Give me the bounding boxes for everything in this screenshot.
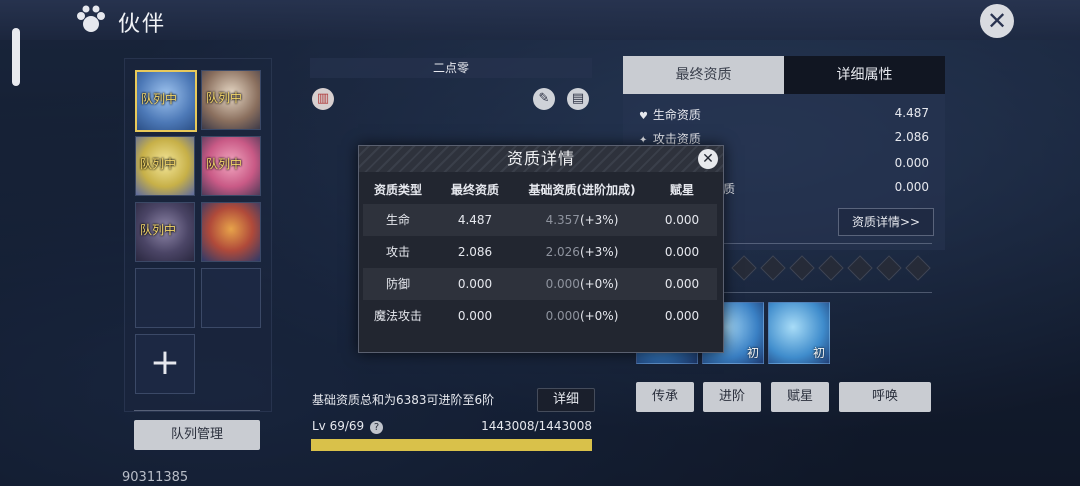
attribute-value: 4.487	[894, 106, 929, 120]
team-slot[interactable]	[201, 202, 261, 262]
character-portrait	[202, 203, 260, 261]
level-label: Lv 69/69 ?	[312, 419, 384, 434]
in-queue-tag: 队列中	[140, 223, 177, 237]
side-scrollbar[interactable]	[12, 28, 20, 86]
add-member-button[interactable]: +	[135, 334, 195, 394]
divider	[134, 410, 260, 411]
in-queue-tag: 队列中	[206, 157, 243, 171]
attribute-value: 0.000	[894, 180, 929, 194]
attribute-label: 攻击资质	[652, 132, 701, 146]
advance-button[interactable]: 进阶	[703, 382, 761, 412]
character-name: 二点零	[310, 58, 592, 78]
help-icon[interactable]: ?	[370, 421, 384, 434]
table-row: 生命 4.487 4.357(+3%) 0.000	[363, 204, 717, 236]
team-slot[interactable]: 队列中	[135, 202, 195, 262]
aptitude-tabs: 最终资质 详细属性	[623, 56, 945, 94]
team-slot[interactable]: 队列中	[201, 136, 261, 196]
close-icon[interactable]: ✕	[980, 4, 1014, 38]
header-bar: 伙伴 ✕	[0, 0, 1080, 40]
table-header-row: 资质类型 最终资质 基础资质(进阶加成) 赋星	[363, 176, 717, 204]
in-queue-tag: 队列中	[141, 92, 178, 106]
column-header: 基础资质(进阶加成)	[528, 183, 636, 197]
team-slot-empty[interactable]	[201, 268, 261, 328]
column-header: 资质类型	[373, 183, 422, 197]
attribute-label: 生命资质	[652, 108, 701, 122]
skill-icon[interactable]: 初	[768, 302, 830, 364]
detail-button[interactable]: 详细	[537, 388, 595, 412]
attribute-value: 0.000	[894, 156, 929, 170]
aptitude-detail-button[interactable]: 资质详情>>	[838, 208, 934, 236]
in-queue-tag: 队列中	[206, 91, 243, 105]
heart-icon: ♥	[639, 111, 648, 122]
aptitude-detail-dialog: 资质详情 ✕ 资质类型 最终资质 基础资质(进阶加成) 赋星 生命 4.487 …	[358, 145, 724, 353]
close-icon[interactable]: ✕	[698, 149, 718, 169]
column-header: 赋星	[669, 183, 694, 197]
attribute-row: ♥ 生命资质 4.487	[639, 106, 929, 128]
level-text: Lv 69/69	[312, 419, 365, 433]
queue-manage-button[interactable]: 队列管理	[134, 420, 260, 450]
exp-bar-fill	[311, 439, 592, 451]
exp-text: 1443008/1443008	[481, 419, 592, 433]
aptitude-table: 资质类型 最终资质 基础资质(进阶加成) 赋星 生命 4.487 4.357(+…	[363, 176, 717, 332]
summon-button[interactable]: 呼唤	[839, 382, 931, 412]
tab-detail-attributes[interactable]: 详细属性	[784, 56, 945, 94]
attribute-label: 质	[723, 182, 736, 196]
table-row: 魔法攻击 0.000 0.000(+0%) 0.000	[373, 309, 700, 323]
team-slot-empty[interactable]	[135, 268, 195, 328]
skill-level-label: 初	[812, 346, 825, 360]
skill-level-label: 初	[746, 346, 759, 360]
team-slot[interactable]: 队列中	[135, 70, 197, 132]
dialog-title: 资质详情	[506, 149, 575, 168]
trash-icon[interactable]: ▥	[312, 88, 334, 110]
attribute-value: 2.086	[894, 130, 929, 144]
in-queue-tag: 队列中	[140, 157, 177, 171]
table-row: 防御 0.000 0.000(+0%) 0.000	[363, 268, 717, 300]
table-row: 攻击 2.086 2.026(+3%) 0.000	[385, 245, 700, 259]
team-slot[interactable]: 队列中	[135, 136, 195, 196]
column-header: 最终资质	[450, 183, 499, 197]
paw-icon	[77, 5, 105, 32]
exp-bar	[311, 439, 592, 451]
book-icon[interactable]: ▤	[567, 88, 589, 110]
edit-icon[interactable]: ✎	[533, 88, 555, 110]
aptitude-sum-text: 基础资质总和为6383可进阶至6阶	[312, 393, 495, 407]
tab-final-aptitude[interactable]: 最终资质	[623, 56, 784, 94]
star-button[interactable]: 赋星	[771, 382, 829, 412]
inherit-button[interactable]: 传承	[636, 382, 694, 412]
page-title: 伙伴	[118, 12, 167, 37]
team-slot[interactable]: 队列中	[201, 70, 261, 130]
player-uid: 90311385	[122, 470, 189, 485]
